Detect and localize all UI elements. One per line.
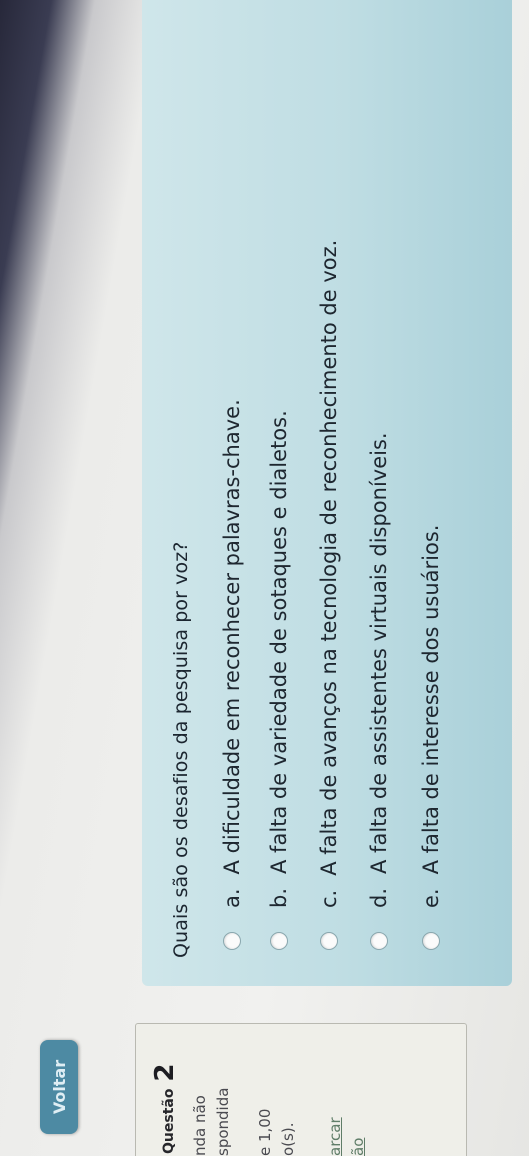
option-text: A dificuldade em reconhecer palavras-cha… — [220, 399, 244, 875]
option-c[interactable]: c. A falta de avanços na tecnologia de r… — [314, 240, 344, 950]
radio-button[interactable] — [370, 932, 388, 950]
radio-button[interactable] — [422, 932, 440, 950]
flag-question-link-2[interactable]: ão — [349, 1138, 367, 1156]
option-text: A falta de variedade de sotaques e diale… — [267, 410, 291, 874]
option-letter: b. — [267, 887, 291, 908]
option-text: A falta de avanços na tecnologia de reco… — [317, 239, 341, 876]
option-d[interactable]: d. A falta de assistentes virtuais dispo… — [364, 432, 394, 950]
screen-photo: Voltar Questão 2 nda não spondida e 1,00… — [0, 0, 529, 1156]
flag-question-link[interactable]: arcar — [326, 1117, 344, 1156]
option-letter: a. — [220, 888, 244, 908]
option-b[interactable]: b. A falta de variedade de sotaques e di… — [264, 410, 294, 950]
question-info-card: Questão 2 nda não spondida e 1,00 o(s). … — [135, 1023, 467, 1156]
radio-button[interactable] — [223, 932, 241, 950]
radio-button[interactable] — [320, 932, 338, 950]
question-label-text: Questão — [161, 1088, 177, 1154]
question-number: 2 — [150, 1063, 180, 1082]
option-letter: d. — [367, 887, 391, 908]
question-text: Quais são os desafios da pesquisa por vo… — [170, 541, 192, 958]
status-line-2: spondida — [214, 1087, 232, 1156]
option-letter: c. — [317, 889, 341, 908]
option-a[interactable]: a. A dificuldade em reconhecer palavras-… — [217, 399, 247, 950]
grade-suffix: o(s). — [279, 1122, 297, 1156]
question-panel: Quais são os desafios da pesquisa por vo… — [142, 0, 512, 986]
option-e[interactable]: e. A falta de interesse dos usuários. — [416, 525, 446, 950]
option-letter: e. — [419, 888, 443, 908]
question-label: Questão 2 — [150, 1064, 180, 1154]
option-text: A falta de interesse dos usuários. — [419, 524, 443, 875]
quiz-page: Voltar Questão 2 nda não spondida e 1,00… — [0, 0, 529, 1156]
option-text: A falta de assistentes virtuais disponív… — [367, 432, 391, 874]
back-button[interactable]: Voltar — [40, 1040, 78, 1134]
status-line-1: nda não — [191, 1095, 209, 1156]
grade-value: e 1,00 — [256, 1108, 274, 1156]
radio-button[interactable] — [270, 932, 288, 950]
